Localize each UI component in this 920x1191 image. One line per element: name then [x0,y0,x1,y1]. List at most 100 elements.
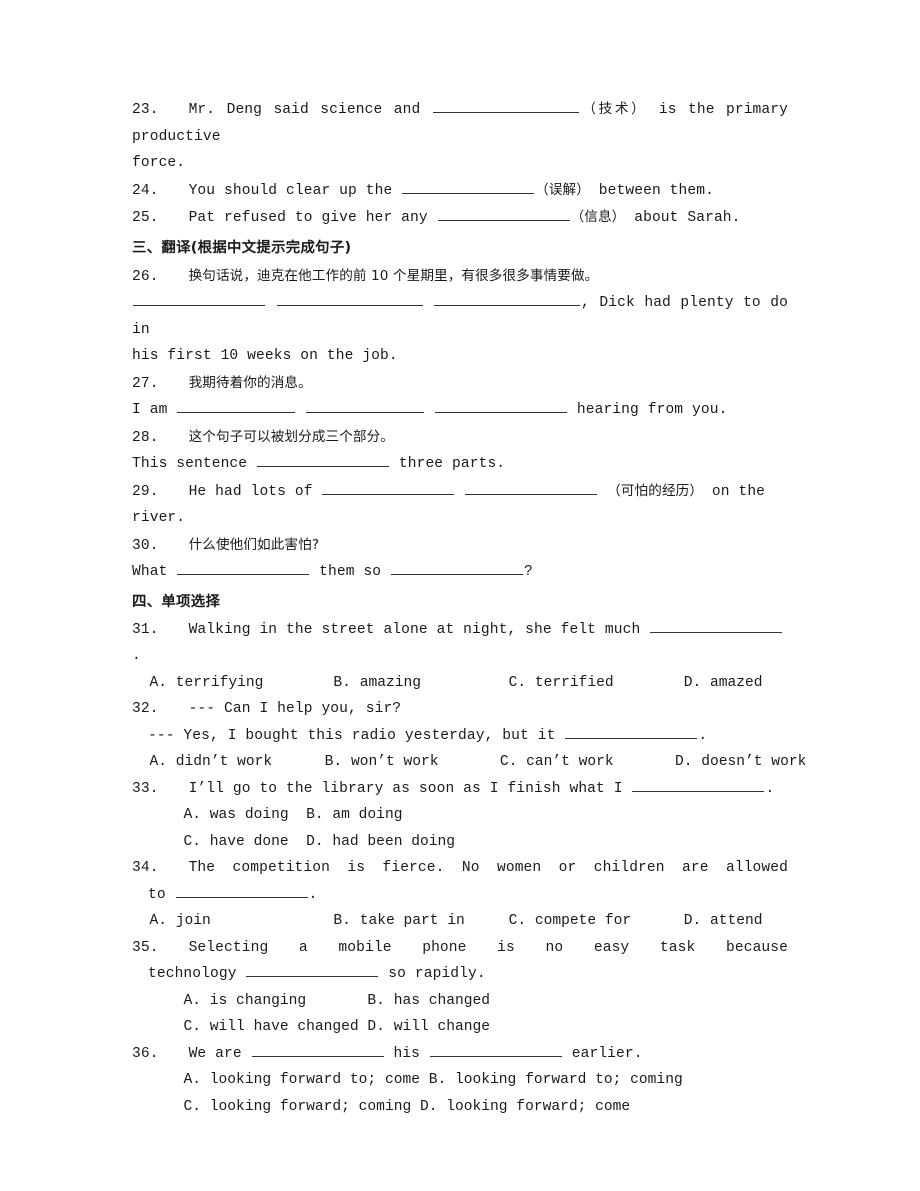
question-32-number: 32. [132,701,159,717]
worksheet-page: 23. Mr. Deng said science and （技术） is the… [0,0,920,1191]
answer-blank[interactable] [257,452,390,467]
question-26-chinese: 26. 换句话说，迪克在他工作的前 10 个星期里，有很多很多事情要做。 [132,263,788,291]
answer-blank[interactable] [177,398,296,413]
question-36-number: 36. [132,1045,159,1062]
question-28-chinese-text: 这个句子可以被划分成三个部分。 [188,428,394,445]
answer-blank[interactable] [437,206,570,221]
question-32-line2-end: . [698,727,708,744]
question-35-text: Selecting a mobile phone is no easy task… [188,939,788,956]
question-35-stem: 35. Selecting a mobile phone is no easy t… [132,935,788,962]
answer-blank[interactable] [465,480,598,495]
question-29-lead: He had lots of [188,483,322,500]
question-36-tail: earlier. [562,1045,643,1062]
question-34-tail: . [308,886,318,903]
question-30-tail: ? [524,564,533,580]
question-23-text-before: Mr. Deng said science and [188,102,432,118]
question-36-mid: his [384,1045,429,1062]
question-35-options-row2[interactable]: C. will have changed D. will change [132,1014,788,1041]
question-34-options[interactable]: A. join B. take part in C. compete for D… [132,908,788,935]
question-29-hint: （可怕的经历） [607,482,704,499]
question-33-text-end: . [765,780,775,797]
question-30-answer: What them so ? [132,559,788,586]
question-32-line1: --- Can I help you, sir? [188,701,402,717]
question-24: 24. You should clear up the （误解） between … [132,177,788,205]
answer-blank[interactable] [434,291,581,306]
question-25-number: 25. [132,210,159,226]
question-30-mid: them so [310,564,391,580]
question-28-number: 28. [132,429,159,446]
question-27-answer: I am hearing from you. [132,397,788,424]
section-heading-multiple-choice: 四、单项选择 [132,593,221,610]
answer-blank[interactable] [175,883,308,898]
answer-blank[interactable] [402,179,535,194]
question-34-number: 34. [132,860,159,876]
question-33-text: I’ll go to the library as soon as I fini… [188,780,632,797]
question-32-options[interactable]: A. didn’t work B. won’t work C. can’t wo… [132,749,807,776]
question-30-chinese: 30. 什么使他们如此害怕? [132,532,788,560]
question-26-answer-line2: his first 10 weeks on the job. [132,348,398,364]
question-30-chinese-text: 什么使他们如此害怕? [188,536,320,553]
question-28-chinese: 28. 这个句子可以被划分成三个部分。 [132,424,788,452]
question-33-stem: 33. I’ll go to the library as soon as I f… [132,776,788,803]
question-30-number: 30. [132,537,159,554]
answer-blank[interactable] [177,560,310,575]
question-31-text: Walking in the street alone at night, sh… [188,621,650,638]
question-28-lead: This sentence [132,456,257,472]
question-25-hint: （信息） [570,209,626,225]
answer-blank[interactable] [391,560,524,575]
question-33-options-row1[interactable]: A. was doing B. am doing [132,802,788,829]
answer-blank[interactable] [276,291,423,306]
answer-blank[interactable] [565,724,698,739]
question-33-number: 33. [132,780,159,797]
question-24-number: 24. [132,182,159,199]
question-35-number: 35. [132,939,159,956]
answer-blank[interactable] [429,1042,562,1057]
question-34-stem: 34. The competition is fierce. No women o… [132,855,788,882]
question-27-chinese-text: 我期待着你的消息。 [188,374,312,391]
answer-blank[interactable] [133,291,265,306]
question-31-text-end: . [132,648,141,664]
question-34-stem-line2: to . [132,882,788,909]
question-26-chinese-text: 换句话说，迪克在他工作的前 10 个星期里，有很多很多事情要做。 [188,267,599,284]
question-32-line2: --- Yes, I bought this radio yesterday, … [148,727,565,744]
question-32-stem-line2: --- Yes, I bought this radio yesterday, … [132,723,788,750]
question-26-number: 26. [132,268,159,285]
question-35-tail: so rapidly. [379,966,486,982]
question-26-answer-line1: , Dick had plenty to do in [132,290,788,343]
answer-blank[interactable] [435,398,568,413]
question-31-stem: 31. Walking in the street alone at night,… [132,617,788,670]
question-35-lead: technology [148,966,246,982]
question-23-line2: force. [132,155,186,171]
question-35-options-row1[interactable]: A. is changing B. has changed [132,988,788,1015]
question-32-stem-line1: 32. --- Can I help you, sir? [132,696,788,723]
answer-blank[interactable] [650,618,783,633]
question-29-number: 29. [132,483,159,500]
question-24-hint: （误解） [535,181,590,198]
question-27-number: 27. [132,375,159,392]
question-36-stem: 36. We are his earlier. [132,1041,788,1068]
question-36-options-row2[interactable]: C. looking forward; coming D. looking fo… [132,1094,788,1121]
question-25-text-after: about Sarah. [625,210,741,226]
answer-blank[interactable] [322,480,455,495]
question-33-options-row2[interactable]: C. have done D. had been doing [132,829,788,856]
answer-blank[interactable] [251,1042,384,1057]
answer-blank[interactable] [432,98,579,113]
question-28-answer: This sentence three parts. [132,451,788,478]
question-23-number: 23. [132,102,159,118]
question-36-options-row1[interactable]: A. looking forward to; come B. looking f… [132,1067,788,1094]
answer-blank[interactable] [306,398,425,413]
question-36-lead: We are [188,1045,251,1062]
answer-blank[interactable] [246,962,379,977]
question-31-number: 31. [132,621,159,638]
question-28-tail: three parts. [390,456,506,472]
question-29: 29. He had lots of （可怕的经历） on the river. [132,478,788,532]
question-23-hint: （技术） [579,101,648,117]
question-25: 25. Pat refused to give her any （信息） abou… [132,204,788,232]
question-34-text: The competition is fierce. No women or c… [188,860,788,876]
question-27-chinese: 27. 我期待着你的消息。 [132,370,788,398]
question-24-text-before: You should clear up the [188,182,402,199]
answer-blank[interactable] [632,777,765,792]
question-31-options[interactable]: A. terrifying B. amazing C. terrified D.… [132,670,788,697]
question-30-lead: What [132,564,177,580]
question-25-text-before: Pat refused to give her any [188,210,437,226]
